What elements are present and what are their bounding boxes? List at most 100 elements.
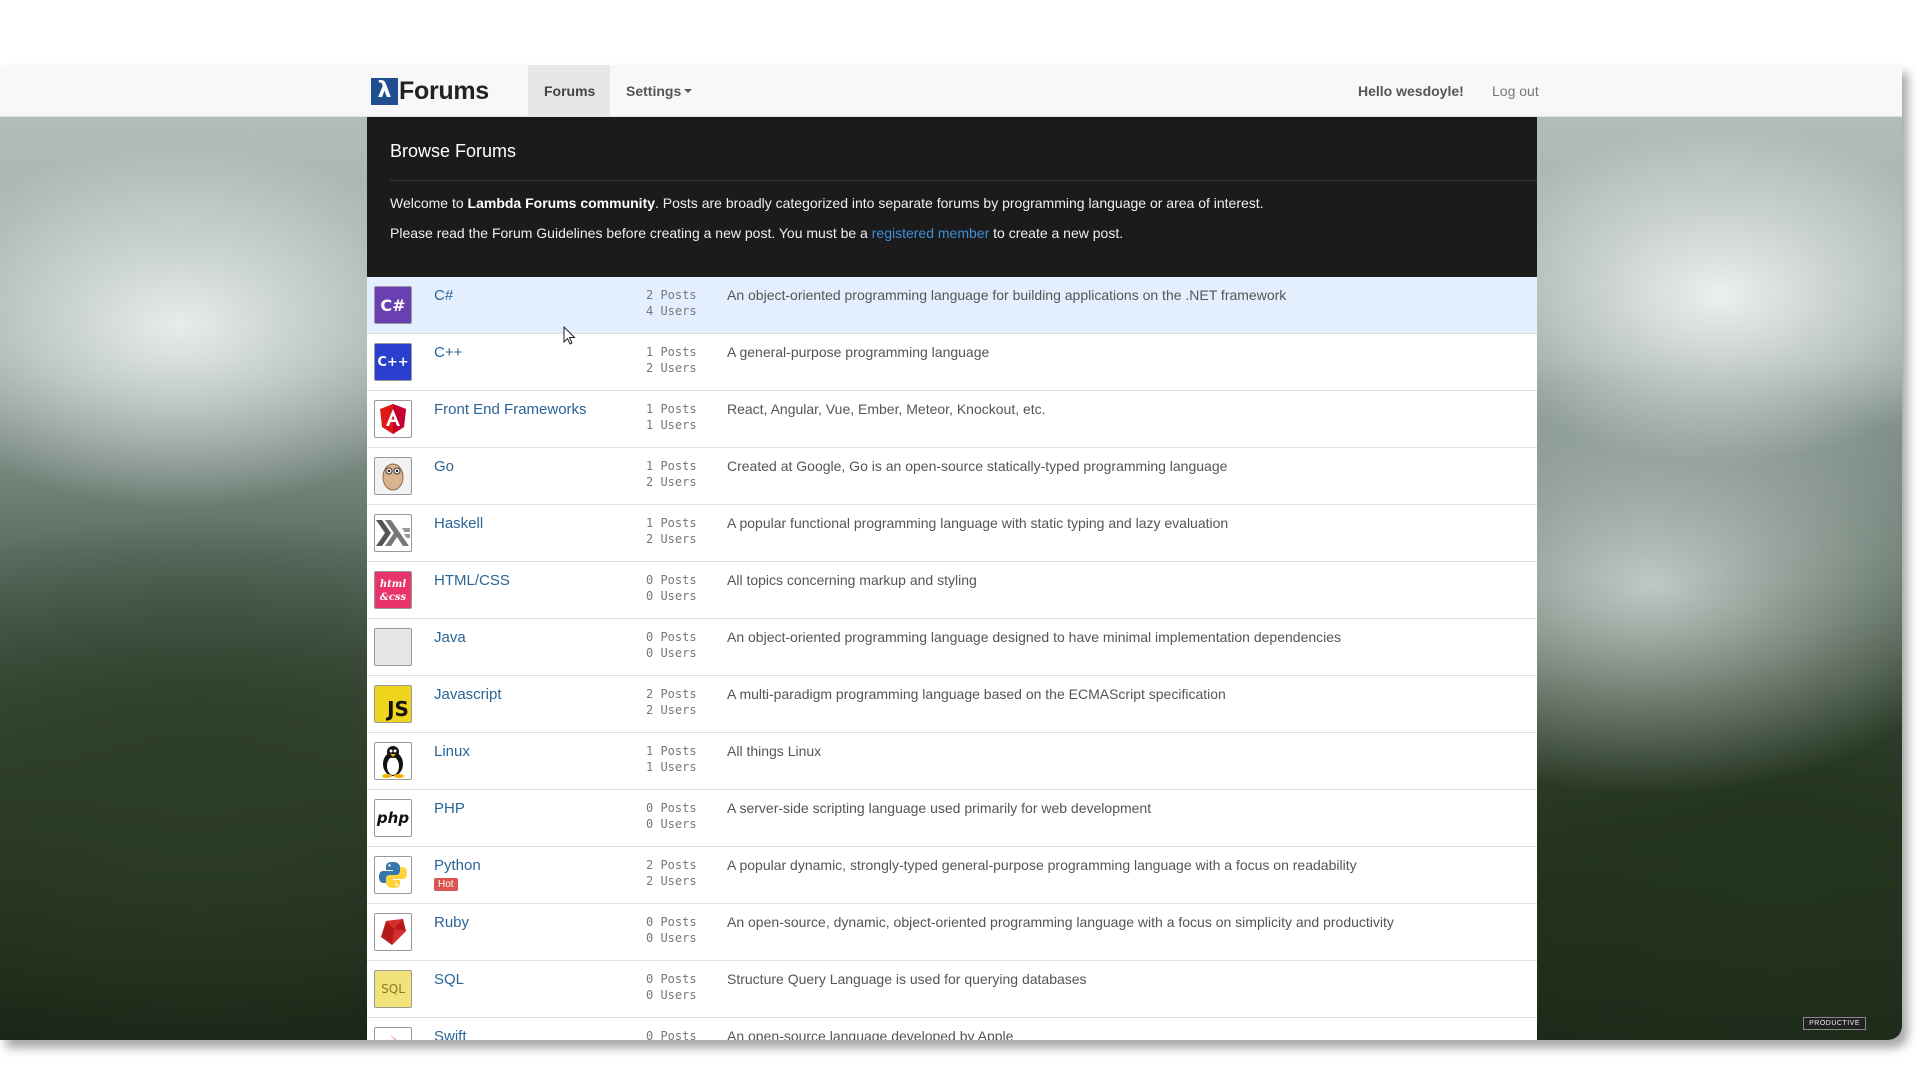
forum-stats: 1 Posts 1 Users [646,743,706,775]
post-count: 0 Posts [646,630,697,644]
forum-row[interactable]: C# C# 2 Posts 4 Users An object-oriented pro… [367,277,1537,334]
forum-row[interactable]: C++ C++ 1 Posts 2 Users A general-purpose pr… [367,334,1537,391]
forum-row[interactable]: Java 0 Posts 0 Users An object-oriented pro… [367,619,1537,676]
forum-description: A general-purpose programming language [727,344,990,360]
icon-text: C++ [377,354,409,370]
forum-description: An open-source, dynamic, object-oriented… [727,914,1394,930]
main-panel: Browse Forums Welcome to Lambda Forums c… [367,117,1537,1040]
forum-list: C# C# 2 Posts 4 Users An object-oriented pro… [367,277,1537,1040]
icon-text: php [376,809,410,827]
tux-icon[interactable] [374,742,412,780]
forum-description: A multi-paradigm programming language ba… [727,686,1226,702]
user-count: 2 Users [646,361,697,375]
forum-name-link[interactable]: PHP [434,800,465,817]
user-count: 2 Users [646,874,697,888]
logout-link[interactable]: Log out [1492,65,1539,117]
user-greeting: Hello wesdoyle! [1358,83,1464,99]
forum-stats: 0 Posts 0 Users [646,914,706,946]
forum-name-link[interactable]: Ruby [434,914,469,931]
forum-row[interactable]: Haskell 1 Posts 2 Users A popular functiona… [367,505,1537,562]
header-divider [390,180,1537,181]
forum-stats: 0 Posts 0 Users [646,629,706,661]
ruby-icon[interactable] [374,913,412,951]
forum-row[interactable]: JS Javascript 2 Posts 2 Users A multi-paradi… [367,676,1537,733]
registered-member-link[interactable]: registered member [872,225,990,241]
mouse-cursor-icon [563,326,576,345]
forum-row[interactable]: Linux 1 Posts 1 Users All things Linux [367,733,1537,790]
welcome-text: Welcome to Lambda Forums community. Post… [390,195,1264,211]
forum-stats: 1 Posts 2 Users [646,458,706,490]
user-count: 0 Users [646,988,697,1002]
cpp-icon[interactable]: C++ [374,343,412,381]
user-count: 0 Users [646,817,697,831]
forum-stats: 1 Posts 2 Users [646,344,706,376]
forum-stats: 1 Posts 2 Users [646,515,706,547]
forum-description: An object-oriented programming language … [727,629,1342,645]
user-count: 4 Users [646,304,697,318]
post-count: 1 Posts [646,459,697,473]
forum-name-link[interactable]: Go [434,458,454,475]
forum-description: An open-source language developed by App… [727,1028,1014,1040]
forum-row[interactable]: Swift 0 Posts0 Users An open-source langua… [367,1018,1537,1040]
browser-viewport: λ Forums Forums Settings Hello wesdoyle!… [0,65,1902,1040]
php-icon[interactable]: php [374,799,412,837]
forum-name-link[interactable]: HTML/CSS [434,572,510,589]
nav-tab-forums[interactable]: Forums [528,65,610,117]
brand-logo[interactable]: λ Forums [371,77,489,105]
forum-description: React, Angular, Vue, Ember, Meteor, Knoc… [727,401,1046,417]
forum-name-link[interactable]: C# [434,287,453,304]
guidelines-text: Please read the Forum Guidelines before … [390,225,1123,241]
forum-description: Structure Query Language is used for que… [727,971,1087,987]
user-count: 2 Users [646,475,697,489]
user-count: 0 Users [646,646,697,660]
forum-row[interactable]: Go 1 Posts 2 Users Created at Google, Go is… [367,448,1537,505]
forum-name-link[interactable]: Swift [434,1028,467,1040]
forum-description: All topics concerning markup and styling [727,572,977,588]
forum-row[interactable]: Ruby 0 Posts 0 Users An open-source, dynami… [367,904,1537,961]
javascript-icon[interactable]: JS [374,685,412,723]
forum-name-link[interactable]: SQL [434,971,464,988]
python-icon[interactable] [374,856,412,894]
guidelines-prefix: Please read the Forum Guidelines before … [390,225,872,241]
forum-description: A popular dynamic, strongly-typed genera… [727,857,1357,873]
angular-icon[interactable] [374,400,412,438]
user-count: 2 Users [646,532,697,546]
forum-name-link[interactable]: C++ [434,344,462,361]
community-name: Lambda Forums community [467,195,656,211]
forum-name-link[interactable]: Front End Frameworks [434,401,587,418]
lambda-icon: λ [371,77,398,105]
html-css-icon[interactable]: html &css [374,571,412,609]
post-count: 2 Posts [646,858,697,872]
java-icon[interactable] [374,628,412,666]
forum-stats: 2 Posts 4 Users [646,287,706,319]
chevron-down-icon [684,89,693,93]
haskell-icon[interactable] [374,514,412,552]
forum-name-link[interactable]: Java [434,629,466,646]
forum-stats: 0 Posts 0 Users [646,800,706,832]
forum-row[interactable]: Front End Frameworks 1 Posts 1 Users React,… [367,391,1537,448]
forum-row[interactable]: php PHP 0 Posts 0 Users A server-side script… [367,790,1537,847]
forum-stats: 2 Posts 2 Users [646,857,706,889]
forum-row[interactable]: SQL SQL 0 Posts 0 Users Structure Query Lang… [367,961,1537,1018]
post-count: 1 Posts [646,744,697,758]
page-title: Browse Forums [390,141,517,161]
brand-name: Forums [399,76,489,105]
forum-name-link[interactable]: Javascript [434,686,502,703]
post-count: 2 Posts [646,687,697,701]
nav-tab-settings[interactable]: Settings [610,65,708,117]
swift-icon[interactable] [374,1027,412,1040]
csharp-icon[interactable]: C# [374,286,412,324]
forum-name-link[interactable]: Haskell [434,515,483,532]
welcome-suffix: . Posts are broadly categorized into sep… [655,195,1264,211]
forum-name-link[interactable]: Linux [434,743,470,760]
hot-badge: Hot [434,878,458,891]
gopher-icon[interactable] [374,457,412,495]
forum-name-link[interactable]: Python [434,857,481,874]
forum-row[interactable]: Python Hot 2 Posts 2 Users A popular dynamic… [367,847,1537,904]
post-count: 2 Posts [646,288,697,302]
sql-icon[interactable]: SQL [374,970,412,1008]
forum-description: An object-oriented programming language … [727,287,1287,303]
post-count: 0 Posts [646,1029,697,1040]
forum-description: A popular functional programming languag… [727,515,1229,531]
forum-row[interactable]: html &css HTML/CSS 0 Posts 0 Users All topics… [367,562,1537,619]
